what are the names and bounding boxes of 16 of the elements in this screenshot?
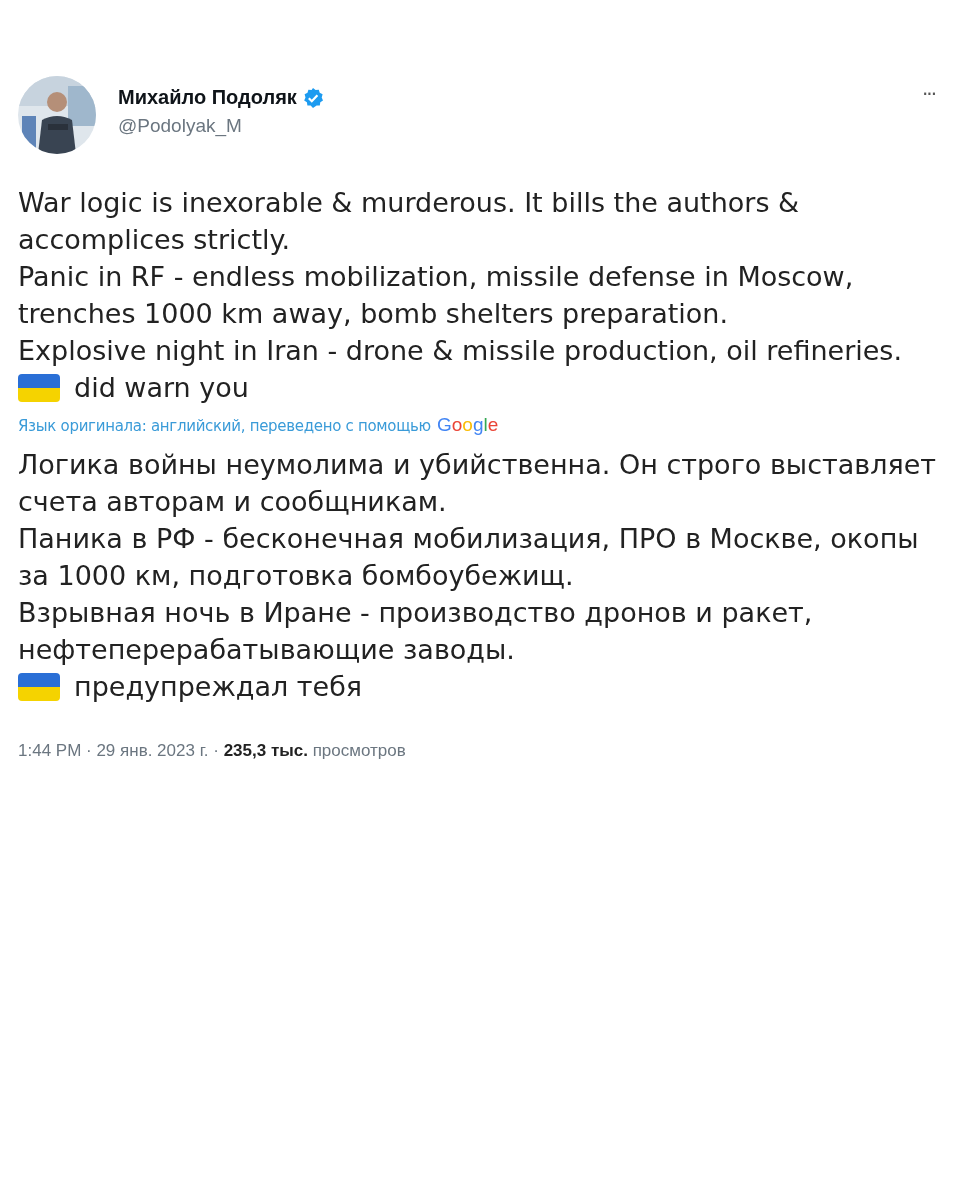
tweet-text: Взрывная ночь в Иране - производство дронов и ракет, нефтеперерабатывающие заводы. <box>18 596 814 667</box>
flag-icon <box>18 373 60 402</box>
tweet-text: War logic is inexorable & murderous. It bills the authors & accomplices strictly. <box>18 186 801 257</box>
tweet-text: Паника в РФ - бесконечная мобилизация, ПРО в Москве, окопы за 1000 км, подготовка бомбоубежищ. <box>18 522 920 593</box>
tweet-text: предупреждал тебя <box>74 670 363 704</box>
author-handle[interactable]: @Podolyak_M <box>118 115 900 137</box>
tweet-text: Explosive night in Iran - drone & missile production, oil refineries. <box>18 334 903 368</box>
google-logo[interactable]: Google <box>436 414 499 436</box>
flag-icon <box>18 672 60 701</box>
tweet-text: Логика войны неумолима и убийственна. Он строго выставляет счета авторам и сообщникам. <box>18 448 938 519</box>
translation-note: Язык оригинала: английский, переведено с помощью <box>18 417 431 435</box>
tweet-text: did warn you <box>74 371 249 405</box>
more-menu[interactable]: ··· <box>921 76 939 106</box>
tweet-meta: 1:44 PM · 29 янв. 2023 г. · 235,3 тыс. просмотров <box>18 741 407 761</box>
tweet-text: Panic in RF - endless mobilization, missile defense in Moscow, trenches 1000 km away, bomb shelters preparation. <box>18 260 855 331</box>
author-name[interactable]: Михайло Подоляк <box>118 86 297 109</box>
